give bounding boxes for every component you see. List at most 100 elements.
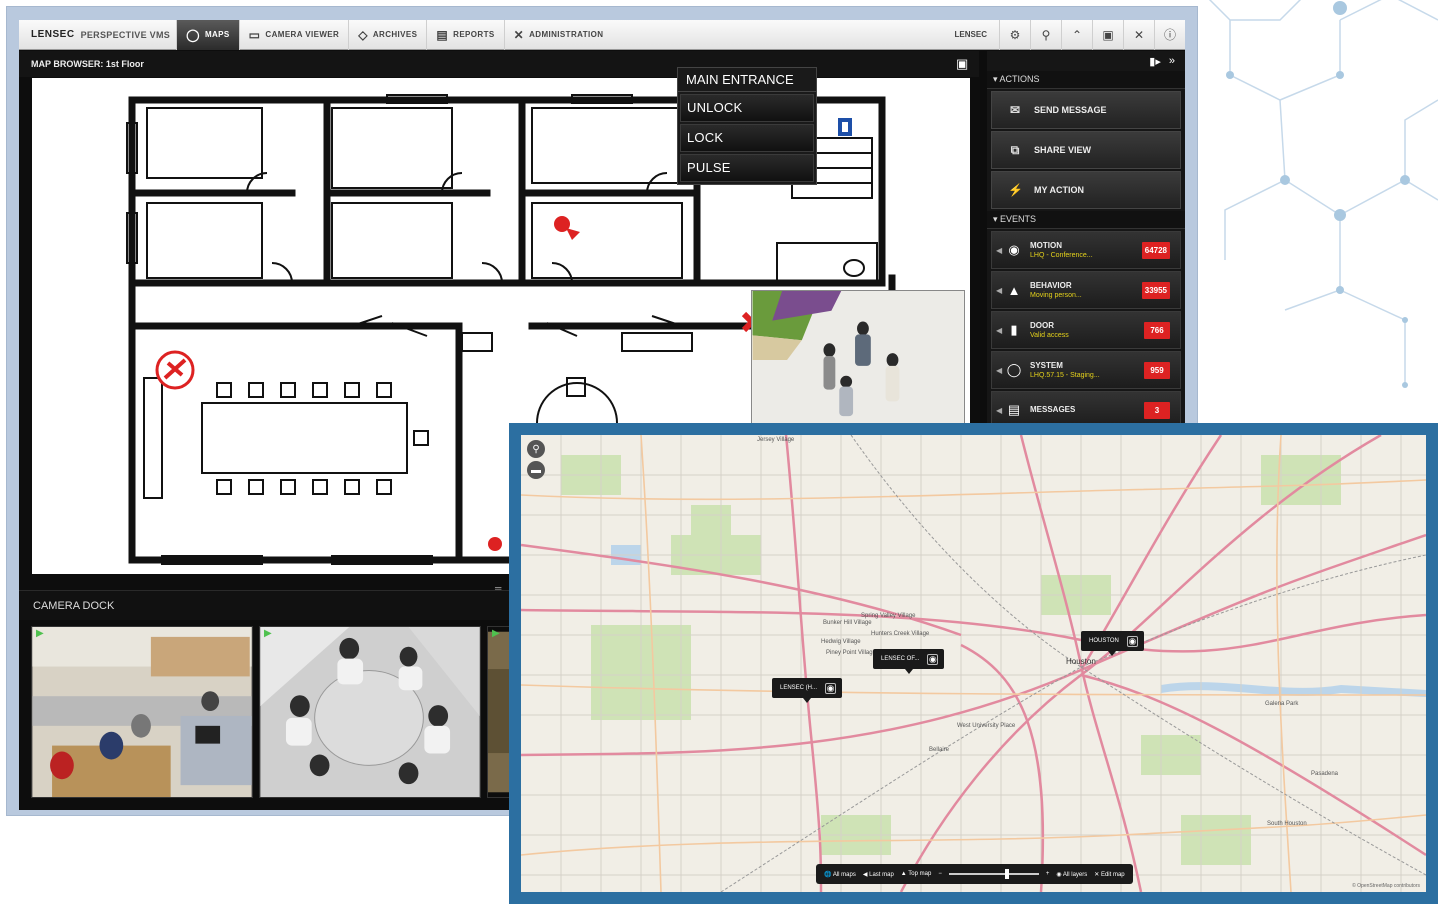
my-action-button[interactable]: ⚡ MY ACTION [991, 171, 1181, 209]
zoom-slider[interactable] [948, 869, 1039, 879]
brand-logo: LENSEC [31, 29, 75, 40]
place-label: Galena Park [1265, 701, 1299, 707]
event-row-motion[interactable]: ◀ ◉ MOTION LHQ - Conference... 64728 [991, 231, 1181, 269]
sensor-marker[interactable] [488, 537, 502, 551]
place-label: Hunters Creek Village [871, 631, 930, 637]
map-pin-lensec-h[interactable]: LENSEC (H... ◉ [772, 678, 843, 703]
chevron-left-icon: ◀ [996, 325, 1003, 335]
zoom-out-icon[interactable]: − [938, 871, 942, 877]
door-marker[interactable] [838, 118, 852, 136]
event-count-badge: 959 [1144, 361, 1170, 379]
pin-label: LENSEC (H... [780, 685, 818, 691]
chevron-left-icon: ◀ [996, 285, 1003, 295]
chevron-left-icon: ◀ [996, 405, 1003, 415]
motion-sensor-icon: ◉ [1008, 242, 1020, 257]
help-icon[interactable]: ⓘ [1154, 20, 1185, 50]
live-camera-preview[interactable] [751, 290, 965, 430]
chevron-left-icon: ◀ [996, 245, 1003, 255]
map-attribution[interactable]: © OpenStreetMap contributors [1352, 883, 1420, 889]
all-layers-button[interactable]: ◉ All layers [1056, 871, 1087, 878]
event-row-behavior[interactable]: ◀ ▲ BEHAVIOR Moving person... 33955 [991, 271, 1181, 309]
panel-controls: ▮▸ » [987, 51, 1185, 71]
place-label: Spring Valley Village [861, 613, 916, 619]
panel-pin-icon[interactable]: ▮▸ [1149, 55, 1161, 71]
tab-reports-label: REPORTS [453, 30, 495, 39]
tools-icon: ✕ [513, 27, 525, 42]
tab-maps-label: MAPS [204, 30, 230, 39]
play-icon[interactable]: ▶ [492, 628, 500, 639]
zoom-search-icon[interactable]: ⚲ [527, 440, 545, 458]
zoom-in-icon[interactable]: + [1046, 871, 1050, 877]
expand-icon[interactable]: ▣ [956, 56, 972, 72]
event-row-door[interactable]: ◀ ▮ DOOR Valid access 766 [991, 311, 1181, 349]
actions-header[interactable]: ▾ ACTIONS [987, 71, 1185, 89]
edit-map-label: Edit map [1100, 871, 1125, 878]
top-map-label: Top map [908, 871, 932, 877]
share-view-button[interactable]: ⧉ SHARE VIEW [991, 131, 1181, 169]
event-row-system[interactable]: ◀ ◯ SYSTEM LHQ.57.15 - Staging... 959 [991, 351, 1181, 389]
top-map-button[interactable]: ▲ Top map [901, 871, 932, 877]
event-count-badge: 33955 [1141, 281, 1170, 299]
context-menu-title: MAIN ENTRANCE [678, 68, 816, 92]
all-layers-label: All layers [1062, 871, 1088, 878]
diamond-icon: ◇ [358, 27, 368, 42]
shield-icon: ◯ [1006, 362, 1022, 377]
pulse-button[interactable]: PULSE [680, 154, 814, 182]
gear-icon[interactable]: ⚙ [999, 20, 1030, 50]
hex-network-decoration [1208, 0, 1438, 388]
dock-camera-office[interactable] [31, 626, 253, 798]
panel-collapse-icon[interactable]: » [1169, 55, 1175, 71]
all-maps-label: All maps [832, 871, 856, 878]
tab-archives-label: ARCHIVES [372, 30, 418, 39]
camera-marker-1[interactable] [155, 350, 195, 390]
event-count-badge: 766 [1144, 321, 1170, 339]
play-icon[interactable]: ▶ [36, 628, 44, 639]
place-label: Piney Point Village [826, 650, 876, 656]
close-icon[interactable]: ✕ [1123, 20, 1154, 50]
place-label: South Houston [1267, 821, 1307, 827]
door-icon: ▮ [1010, 322, 1018, 337]
event-subtitle: Moving person... [1030, 292, 1082, 299]
unlock-button[interactable]: UNLOCK [680, 94, 814, 122]
tab-camera-viewer[interactable]: ▭ CAMERA VIEWER [238, 20, 349, 50]
search-icon[interactable]: ⚲ [1030, 20, 1061, 50]
street-map-view[interactable]: Jersey Village Spring Valley Village Hun… [521, 435, 1426, 892]
map-browser-title: MAP BROWSER: 1st Floor [31, 59, 144, 69]
play-icon[interactable]: ▶ [264, 628, 272, 639]
product-name: PERSPECTIVE VMS [80, 29, 171, 40]
collapse-icon[interactable]: ⌃ [1061, 20, 1092, 50]
place-label: Houston [1066, 657, 1096, 666]
zoom-slider-knob[interactable] [1004, 869, 1009, 879]
place-label: Bellaire [929, 747, 950, 753]
fullscreen-icon[interactable]: ▣ [1092, 20, 1123, 50]
event-subtitle: Valid access [1030, 332, 1069, 339]
events-header-label: EVENTS [1000, 214, 1037, 224]
tab-maps[interactable]: ◯ MAPS [176, 20, 239, 50]
event-subtitle: LHQ - Conference... [1030, 252, 1093, 259]
place-label: Hedwig Village [821, 639, 861, 645]
event-count-badge: 64728 [1141, 241, 1170, 259]
tab-archives[interactable]: ◇ ARCHIVES [348, 20, 426, 50]
edit-map-button[interactable]: ✕ Edit map [1094, 871, 1124, 878]
place-label: Pasadena [1311, 771, 1339, 777]
last-map-button[interactable]: ◀ Last map [863, 871, 894, 878]
tab-reports[interactable]: ▤ REPORTS [426, 20, 503, 50]
layers-icon[interactable]: ▬ [527, 461, 545, 479]
all-maps-button[interactable]: 🌐 All maps [824, 871, 856, 878]
map-browser-header: MAP BROWSER: 1st Floor [19, 51, 979, 77]
message-icon: ▤ [1007, 402, 1021, 417]
map-pin-lensec-office[interactable]: LENSEC OF... ◉ [873, 649, 945, 674]
events-header[interactable]: ▾ EVENTS [987, 211, 1185, 229]
actions-header-label: ACTIONS [999, 74, 1040, 84]
pin-label: HOUSTON [1089, 638, 1119, 644]
map-pin-houston[interactable]: HOUSTON ◉ [1081, 631, 1144, 656]
camera-icon: ◉ [1126, 635, 1138, 647]
monitor-icon: ▭ [248, 27, 261, 42]
lock-button[interactable]: LOCK [680, 124, 814, 152]
dock-camera-meeting[interactable] [259, 626, 481, 798]
send-message-button[interactable]: ✉ SEND MESSAGE [991, 91, 1181, 129]
screenshot-stage: LENSEC PERSPECTIVE VMS ◯ MAPS ▭ CAMERA V… [0, 0, 1438, 904]
user-name[interactable]: LENSEC [943, 30, 999, 39]
right-panel: ▮▸ » ▾ ACTIONS ✉ SEND MESSAGE ⧉ SHARE VI… [987, 51, 1185, 431]
tab-administration[interactable]: ✕ ADMINISTRATION [503, 20, 613, 50]
